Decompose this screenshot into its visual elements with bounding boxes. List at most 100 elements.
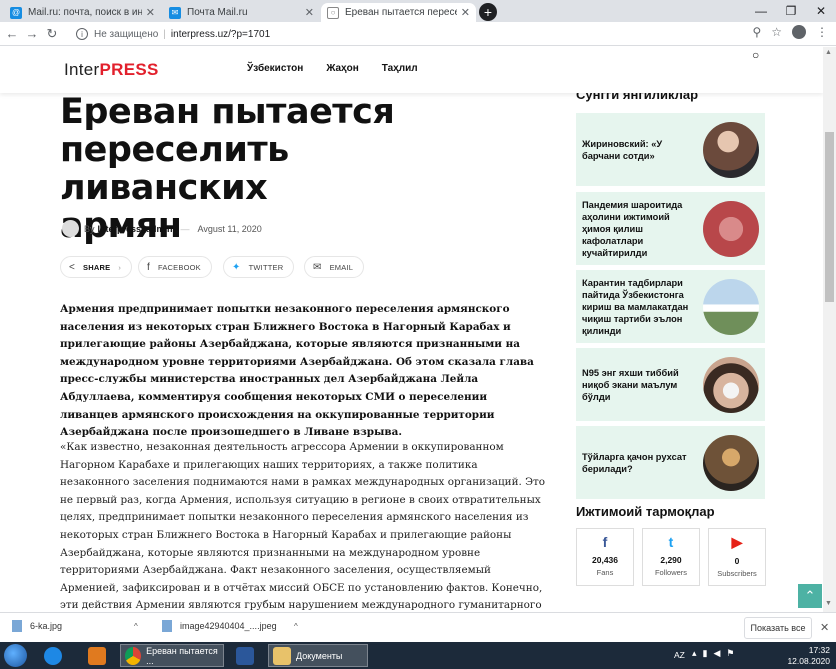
share-button[interactable]: < SHARE › — [60, 256, 133, 278]
site-search-icon[interactable]: ○ — [752, 48, 759, 62]
tab-title: Mail.ru: почта, поиск в интерне… — [28, 7, 142, 18]
scroll-down-icon[interactable]: ▼ — [825, 600, 832, 607]
back-arrow-icon[interactable]: ← — [2, 26, 22, 41]
tab-mail-inbox[interactable]: ✉ Почта Mail.ru ✕ — [163, 3, 320, 22]
youtube-count: 0 — [734, 556, 740, 566]
menu-kebab-icon[interactable]: ⋮ — [816, 25, 828, 39]
chevron-up-icon[interactable]: ^ — [134, 622, 138, 631]
scroll-up-icon[interactable]: ▲ — [825, 49, 832, 56]
chevron-right-icon: › — [118, 262, 122, 272]
share-label: SHARE — [83, 262, 111, 272]
facebook-icon: f — [147, 261, 150, 273]
news-title[interactable]: Жириновский: «У барчани сотди» — [582, 138, 700, 162]
close-tab-icon[interactable]: ✕ — [461, 6, 470, 19]
facebook-count: 20,436 — [592, 555, 618, 565]
reload-icon[interactable]: ↻ — [42, 26, 62, 42]
news-thumbnail[interactable] — [703, 122, 759, 178]
tab-title: Почта Mail.ru — [187, 7, 248, 18]
site-logo[interactable]: InterPRESS — [64, 60, 159, 80]
taskbar-documents-window[interactable]: Документы — [268, 644, 368, 667]
window-controls: — ❐ ✕ — [746, 0, 836, 22]
clock[interactable]: 17:32 12.08.2020 — [787, 645, 830, 667]
author-name[interactable]: Interpress_admin — [98, 224, 173, 234]
facebook-share-button[interactable]: f FACEBOOK — [138, 256, 212, 278]
by-label: By — [84, 223, 95, 234]
flag-icon[interactable]: ⚑ — [726, 648, 734, 659]
download-item[interactable]: image42940404_....jpeg ^ — [162, 620, 298, 632]
news-thumbnail[interactable] — [703, 435, 759, 491]
url-text[interactable]: interpress.uz/?p=1701 — [171, 29, 270, 40]
news-item[interactable]: Тўйларга қачон рухсат берилади? — [576, 426, 765, 499]
facebook-icon: f — [602, 534, 608, 550]
news-thumbnail[interactable] — [703, 201, 759, 257]
new-tab-button[interactable]: + — [479, 3, 497, 21]
scrollbar-thumb[interactable] — [825, 132, 834, 302]
sidebar-social-header: Ижтимоий тармоқлар — [576, 504, 766, 519]
news-thumbnail[interactable] — [703, 357, 759, 413]
volume-icon[interactable]: ◀ — [713, 648, 720, 659]
twitter-label: Followers — [654, 568, 688, 577]
browser-toolbar: ← → ↻ i Не защищено | interpress.uz/?p=1… — [0, 22, 836, 46]
close-tab-icon[interactable]: ✕ — [305, 6, 314, 19]
info-icon[interactable]: i — [76, 28, 88, 40]
start-button-icon[interactable] — [4, 644, 27, 667]
taskbar-media[interactable] — [84, 644, 115, 667]
logo-inter: Inter — [64, 60, 100, 79]
minimize-icon[interactable]: — — [746, 0, 776, 22]
news-title[interactable]: Тўйларга қачон рухсат берилади? — [582, 451, 700, 475]
keyboard-language[interactable]: AZ — [674, 650, 685, 660]
download-item[interactable]: 6-ka.jpg ^ — [12, 620, 138, 632]
news-thumbnail[interactable] — [703, 279, 759, 335]
profile-avatar-icon[interactable] — [792, 25, 806, 39]
news-item[interactable]: N95 энг яхши тиббий ниқоб экани маълум б… — [576, 348, 765, 421]
page-scrollbar[interactable]: ▲ ▼ — [823, 47, 836, 612]
address-bar[interactable]: i Не защищено | interpress.uz/?p=1701 — [70, 25, 770, 43]
email-icon: ✉ — [313, 261, 322, 273]
facebook-fans-widget[interactable]: f 20,436 Fans — [576, 528, 634, 586]
close-window-icon[interactable]: ✕ — [806, 0, 836, 22]
scroll-to-top-button[interactable]: ⌃ — [798, 584, 822, 608]
image-file-icon — [162, 620, 172, 632]
network-icon[interactable]: ▮ — [703, 648, 708, 659]
email-share-button[interactable]: ✉ EMAIL — [304, 256, 365, 278]
youtube-subscribers-widget[interactable]: ▶ 0 Subscribers — [708, 528, 766, 586]
nav-item-uzbekistan[interactable]: Ўзбекистон — [247, 63, 303, 74]
image-file-icon — [12, 620, 22, 632]
tab-mailru[interactable]: @ Mail.ru: почта, поиск в интерне… ✕ — [4, 3, 161, 22]
site-header: InterPRESS Ўзбекистон Жаҳон Таҳлил ○ — [0, 47, 823, 93]
forward-arrow-icon[interactable]: → — [22, 26, 42, 41]
download-bar: 6-ka.jpg ^ image42940404_....jpeg ^ Пока… — [0, 612, 836, 642]
taskbar-ie[interactable] — [40, 644, 71, 667]
news-title[interactable]: Карантин тадбирлари пайтида Ўзбекистонга… — [582, 277, 700, 337]
youtube-icon: ▶ — [731, 534, 743, 550]
show-all-downloads-button[interactable]: Показать все — [744, 617, 812, 639]
tab-article[interactable]: ○ Ереван пытается переселить ли… ✕ — [321, 3, 476, 22]
twitter-followers-widget[interactable]: t 2,290 Followers — [642, 528, 700, 586]
nav-item-analysis[interactable]: Таҳлил — [382, 63, 418, 74]
media-player-icon — [88, 646, 106, 665]
news-title[interactable]: N95 энг яхши тиббий ниқоб экани маълум б… — [582, 367, 700, 403]
close-download-bar-icon[interactable]: ✕ — [820, 621, 829, 634]
maximize-icon[interactable]: ❐ — [776, 0, 806, 22]
chevron-up-icon[interactable]: ^ — [294, 622, 298, 631]
taskbar-word[interactable] — [232, 644, 263, 667]
byline: By Interpress_admin — Avgust 11, 2020 — [62, 220, 262, 237]
news-item[interactable]: Пандемия шароитида аҳолини ижтимоий ҳимо… — [576, 192, 765, 265]
taskbar-chrome-window[interactable]: Ереван пытается ... — [120, 644, 224, 667]
star-icon[interactable]: ☆ — [771, 25, 782, 39]
twitter-icon: t — [668, 534, 674, 550]
internet-explorer-icon — [44, 646, 62, 665]
facebook-label: FACEBOOK — [157, 262, 201, 272]
tray-arrow-icon[interactable]: ▴ — [692, 648, 697, 659]
system-tray: ▴ ▮ ◀ ⚑ — [692, 648, 734, 659]
twitter-label: TWITTER — [248, 262, 284, 272]
news-item[interactable]: Жириновский: «У барчани сотди» — [576, 113, 765, 186]
nav-item-world[interactable]: Жаҳон — [326, 63, 358, 74]
search-icon[interactable]: ⚲ — [752, 25, 761, 39]
news-item[interactable]: Карантин тадбирлари пайтида Ўзбекистонга… — [576, 270, 765, 343]
social-networks-title: Ижтимоий тармоқлар — [576, 504, 715, 519]
twitter-share-button[interactable]: ✦ TWITTER — [223, 256, 295, 278]
news-title[interactable]: Пандемия шароитида аҳолини ижтимоий ҳимо… — [582, 199, 700, 259]
close-tab-icon[interactable]: ✕ — [146, 6, 155, 19]
mail-favicon-icon: ✉ — [169, 6, 181, 19]
